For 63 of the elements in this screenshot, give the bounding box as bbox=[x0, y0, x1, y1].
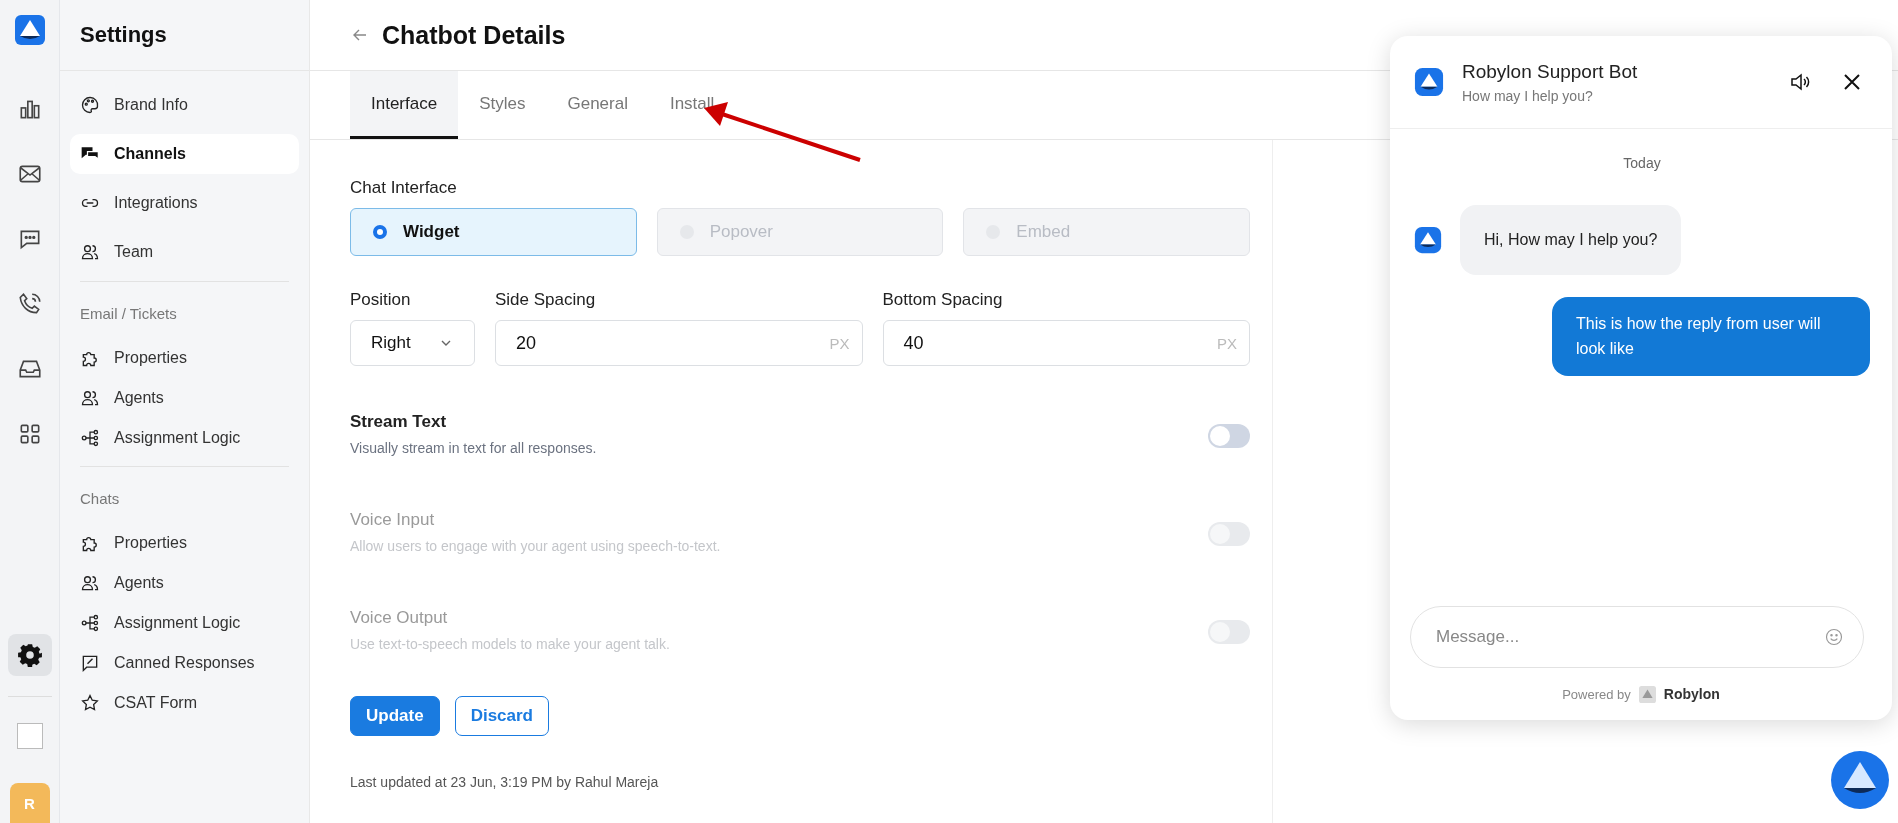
date-divider: Today bbox=[1622, 155, 1662, 171]
logo-icon[interactable] bbox=[13, 14, 46, 46]
chat-subtitle: How may I help you? bbox=[1462, 87, 1594, 104]
setting-description: Use text-to-speech models to make your agent talk. bbox=[350, 636, 670, 652]
sidebar-item[interactable]: Integrations bbox=[70, 183, 299, 223]
emoji-icon[interactable] bbox=[1824, 627, 1844, 647]
sidebar-item[interactable]: CSAT Form bbox=[70, 683, 299, 723]
page-title: Chatbot Details bbox=[382, 20, 566, 50]
section-heading: Chats bbox=[80, 488, 121, 509]
brand-logo-icon bbox=[1638, 685, 1656, 703]
users-icon bbox=[80, 388, 100, 408]
setting-title: Voice Input bbox=[350, 510, 436, 530]
sidebar-item[interactable]: Assignment Logic bbox=[70, 603, 299, 643]
setting-description: Allow users to engage with your agent using speech-to-text. bbox=[350, 538, 721, 554]
square-icon bbox=[16, 723, 43, 749]
bot-logo-icon bbox=[1414, 67, 1444, 97]
toggle-switch[interactable] bbox=[1208, 424, 1250, 448]
last-updated-text: Last updated at 23 Jun, 3:19 PM by Rahul Mareja bbox=[350, 774, 660, 790]
input-field[interactable]: 20 PX bbox=[495, 320, 863, 366]
sidebar-item[interactable]: Assignment Logic bbox=[70, 418, 299, 458]
discard-button[interactable]: Discard bbox=[454, 696, 549, 736]
field-label: Position bbox=[350, 290, 412, 310]
field-label: Bottom Spacing bbox=[882, 290, 1004, 310]
back-arrow-icon[interactable] bbox=[352, 27, 368, 43]
message-bubble: Hi, How may I help you? bbox=[1460, 205, 1682, 275]
setting-title: Stream Text bbox=[350, 412, 448, 432]
sidebar-item[interactable]: Agents bbox=[70, 563, 299, 603]
sidebar-item[interactable]: Agents bbox=[70, 378, 299, 418]
message-bubble: This is how the reply from user will look like bbox=[1552, 296, 1870, 376]
radio-option[interactable]: Widget bbox=[350, 208, 637, 256]
star-icon bbox=[80, 693, 100, 713]
brand-name: Robylon bbox=[1663, 686, 1720, 702]
tab[interactable]: General bbox=[546, 71, 649, 139]
users-icon bbox=[80, 573, 100, 593]
sidebar-item[interactable]: Channels bbox=[70, 134, 299, 174]
powered-by-text: Powered by bbox=[1562, 686, 1631, 702]
input-field[interactable]: 40 PX bbox=[882, 320, 1250, 366]
field-label: Chat Interface bbox=[350, 178, 458, 198]
sidebar-title: Settings bbox=[60, 0, 309, 71]
section-heading: Email / Tickets bbox=[80, 303, 178, 324]
message-input[interactable]: Message... bbox=[1410, 606, 1864, 668]
sidebar-item[interactable]: Team bbox=[70, 232, 299, 272]
sidebar-item[interactable]: Properties bbox=[70, 338, 299, 378]
palette-icon bbox=[80, 95, 100, 115]
sidebar-item[interactable]: Brand Info bbox=[70, 85, 299, 125]
update-button[interactable]: Update bbox=[350, 696, 440, 736]
users-icon bbox=[80, 242, 100, 262]
chat-title: Robylon Support Bot bbox=[1462, 60, 1639, 83]
setting-description: Visually stream in text for all responses. bbox=[350, 440, 597, 456]
tab[interactable]: Styles bbox=[458, 71, 547, 139]
tab[interactable]: Interface bbox=[350, 71, 459, 139]
setting-title: Voice Output bbox=[350, 608, 449, 628]
branching-icon bbox=[80, 428, 100, 448]
field-label: Side Spacing bbox=[495, 290, 597, 310]
position-select[interactable]: Right bbox=[350, 320, 475, 366]
gear-icon bbox=[16, 642, 43, 668]
bot-avatar-icon bbox=[1414, 225, 1442, 254]
chat-edit-icon bbox=[80, 653, 100, 673]
settings-button[interactable] bbox=[7, 634, 52, 676]
sidebar-item[interactable]: Properties bbox=[70, 523, 299, 563]
branching-icon bbox=[80, 613, 100, 633]
launcher-button[interactable] bbox=[1830, 750, 1890, 810]
sidebar-item[interactable]: Canned Responses bbox=[70, 643, 299, 683]
